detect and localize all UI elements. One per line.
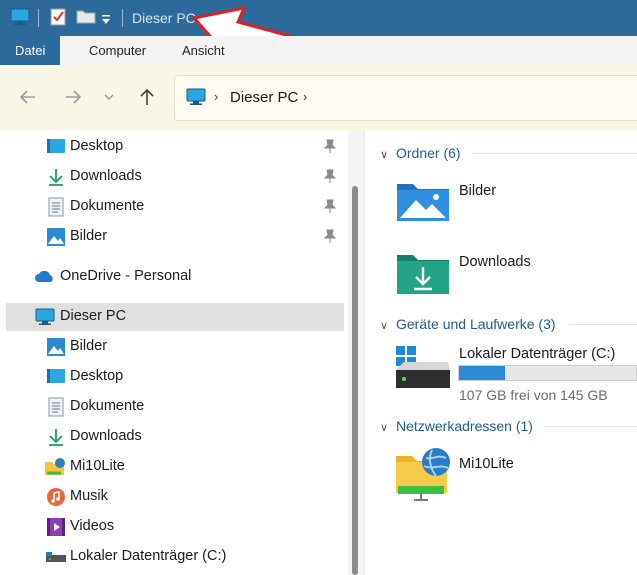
desktop-icon — [46, 367, 66, 390]
nav-item-dokumente[interactable]: Dokumente — [6, 194, 337, 222]
new-folder-icon[interactable] — [76, 8, 96, 29]
drive-icon — [45, 550, 67, 569]
group-label: Geräte und Laufwerke (3) — [396, 316, 556, 332]
pictures-icon — [46, 227, 66, 252]
customize-dropdown-icon[interactable] — [102, 12, 110, 30]
navigation-pane: Desktop Downloads Dokumente Bilder OneDr… — [0, 130, 364, 575]
scrollbar-thumb[interactable] — [352, 186, 358, 575]
pictures-folder-icon[interactable] — [396, 178, 450, 227]
network-label[interactable]: Mi10Lite — [459, 456, 514, 472]
group-header-netzwerk[interactable]: ∨ Netzwerkadressen (1) — [380, 418, 533, 434]
tab-datei[interactable]: Datei — [0, 36, 61, 65]
nav-item-dokumente[interactable]: Dokumente — [6, 394, 336, 420]
nav-item-label: Videos — [70, 518, 115, 534]
group-divider — [570, 324, 637, 325]
nav-item-label: Downloads — [70, 168, 142, 184]
nav-item-label: Bilder — [70, 228, 108, 244]
nav-item-desktop[interactable]: Desktop — [6, 364, 336, 390]
videos-icon — [46, 517, 66, 542]
nav-item-label: Downloads — [70, 428, 142, 444]
documents-icon — [48, 197, 64, 222]
onedrive-cloud-icon — [34, 269, 56, 288]
group-header-ordner[interactable]: ∨ Ordner (6) — [380, 145, 461, 161]
collapse-chevron-icon[interactable]: ∨ — [380, 421, 392, 434]
collapse-chevron-icon[interactable]: ∨ — [380, 319, 392, 332]
downloads-icon — [46, 427, 66, 452]
ribbon: Datei Computer Ansicht — [0, 36, 637, 65]
nav-item-label: Bilder — [70, 338, 108, 354]
breadcrumb-chevron-icon[interactable]: › — [303, 89, 307, 104]
window-title: Dieser PC — [132, 10, 196, 26]
group-divider — [544, 426, 637, 427]
group-label: Netzwerkadressen (1) — [396, 418, 533, 434]
drive-free-text: 107 GB frei von 145 GB — [459, 387, 608, 403]
group-divider — [472, 153, 637, 154]
nav-item-label: Desktop — [70, 138, 124, 154]
drive-label[interactable]: Lokaler Datenträger (C:) — [459, 346, 615, 362]
documents-icon — [48, 397, 64, 422]
pictures-icon — [46, 337, 66, 362]
computer-icon[interactable] — [10, 8, 30, 31]
pin-icon[interactable] — [323, 229, 337, 248]
tab-computer[interactable]: Computer — [89, 36, 146, 65]
nav-item-dieser-pc[interactable]: Dieser PC — [6, 303, 344, 331]
pin-icon[interactable] — [323, 139, 337, 158]
nav-item-videos[interactable]: Videos — [6, 514, 336, 540]
nav-item-mi10lite[interactable]: Mi10Lite — [6, 454, 336, 480]
drive-usage-bar — [458, 365, 637, 381]
nav-item-bilder[interactable]: Bilder — [6, 224, 337, 252]
network-folder-icon[interactable] — [394, 446, 454, 507]
group-header-geraete[interactable]: ∨ Geräte und Laufwerke (3) — [380, 316, 556, 332]
nav-item-bilder[interactable]: Bilder — [6, 334, 336, 360]
nav-item-label: Lokaler Datenträger (C:) — [70, 548, 227, 564]
up-button[interactable] — [136, 86, 158, 108]
nav-item-label: Musik — [70, 488, 108, 504]
nav-item-label: Dieser PC — [60, 308, 127, 324]
folder-label[interactable]: Downloads — [459, 254, 531, 270]
music-icon — [46, 487, 66, 512]
title-separator — [38, 9, 39, 27]
nav-item-desktop[interactable]: Desktop — [6, 134, 337, 160]
pin-icon[interactable] — [323, 169, 337, 188]
downloads-icon — [46, 167, 66, 192]
breadcrumb-item[interactable]: Dieser PC — [230, 89, 298, 106]
nav-item-label: OneDrive - Personal — [60, 268, 192, 284]
title-separator — [122, 9, 123, 27]
desktop-icon — [46, 137, 66, 160]
recent-locations-chevron-icon[interactable] — [102, 86, 124, 108]
nav-item-downloads[interactable]: Downloads — [6, 164, 337, 192]
downloads-folder-icon[interactable] — [396, 249, 450, 300]
folder-label[interactable]: Bilder — [459, 183, 496, 199]
group-label: Ordner (6) — [396, 145, 461, 161]
nav-item-downloads[interactable]: Downloads — [6, 424, 336, 450]
nav-item-lokaler-datentraeger[interactable]: Lokaler Datenträger (C:) — [6, 544, 336, 570]
collapse-chevron-icon[interactable]: ∨ — [380, 148, 392, 161]
nav-item-musik[interactable]: Musik — [6, 484, 336, 510]
computer-icon — [35, 308, 55, 331]
network-folder-icon — [44, 457, 66, 482]
nav-item-label: Mi10Lite — [70, 458, 125, 474]
tab-ansicht[interactable]: Ansicht — [182, 36, 225, 65]
nav-item-label: Desktop — [70, 368, 124, 384]
forward-button[interactable] — [62, 86, 84, 108]
drive-usage-fill — [459, 366, 506, 380]
nav-scrollbar[interactable] — [348, 130, 364, 575]
nav-item-onedrive[interactable]: OneDrive - Personal — [6, 264, 336, 290]
breadcrumb-chevron-icon[interactable]: › — [214, 89, 218, 104]
drive-icon[interactable] — [394, 344, 452, 395]
pin-icon[interactable] — [323, 199, 337, 218]
nav-item-label: Dokumente — [70, 398, 145, 414]
back-button[interactable] — [17, 86, 39, 108]
computer-icon — [186, 88, 206, 111]
nav-item-label: Dokumente — [70, 198, 145, 214]
properties-checklist-icon[interactable] — [50, 8, 66, 31]
